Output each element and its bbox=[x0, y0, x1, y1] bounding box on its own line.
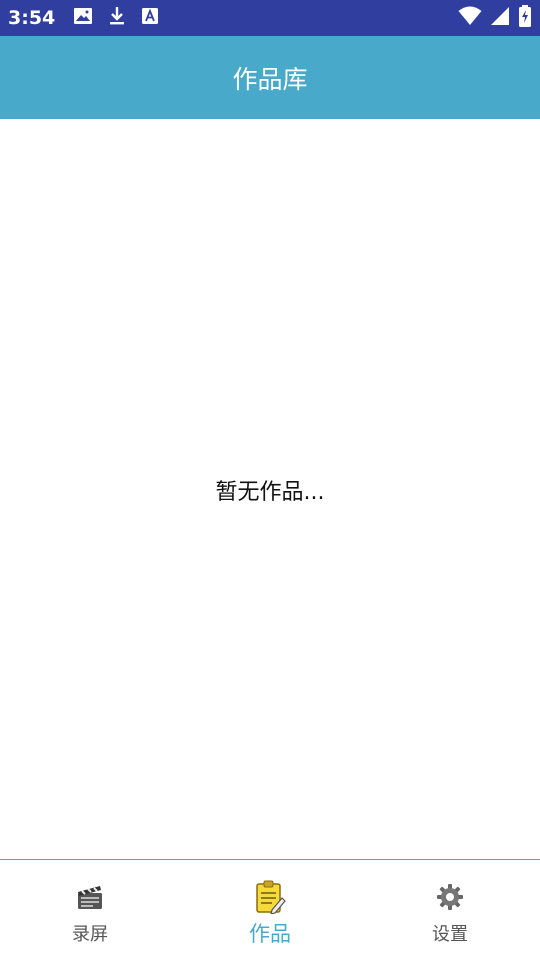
signal-icon bbox=[490, 6, 510, 30]
status-time: 3:54 bbox=[8, 7, 56, 29]
font-icon bbox=[141, 7, 159, 29]
image-icon bbox=[73, 6, 93, 30]
nav-item-record[interactable]: 录屏 bbox=[0, 860, 180, 960]
nav-label-works: 作品 bbox=[249, 922, 291, 946]
nav-label-record: 录屏 bbox=[72, 924, 108, 945]
nav-label-settings: 设置 bbox=[432, 924, 468, 945]
app-bar: 作品库 bbox=[0, 36, 540, 119]
status-bar: 3:54 bbox=[0, 0, 540, 36]
battery-charging-icon bbox=[518, 5, 532, 31]
download-icon bbox=[107, 5, 127, 31]
empty-state-message: 暂无作品... bbox=[215, 480, 325, 505]
bottom-nav: 录屏 作品 设置 bbox=[0, 859, 540, 960]
notification-icons bbox=[73, 5, 159, 31]
notepad-icon bbox=[253, 880, 287, 914]
wifi-icon bbox=[458, 6, 482, 30]
gear-icon bbox=[433, 880, 467, 914]
works-list-area: 暂无作品... bbox=[0, 119, 540, 859]
nav-item-works[interactable]: 作品 bbox=[180, 860, 360, 960]
page-title: 作品库 bbox=[232, 64, 308, 94]
nav-item-settings[interactable]: 设置 bbox=[360, 860, 540, 960]
clapperboard-icon bbox=[73, 880, 107, 914]
system-icons bbox=[458, 5, 532, 31]
